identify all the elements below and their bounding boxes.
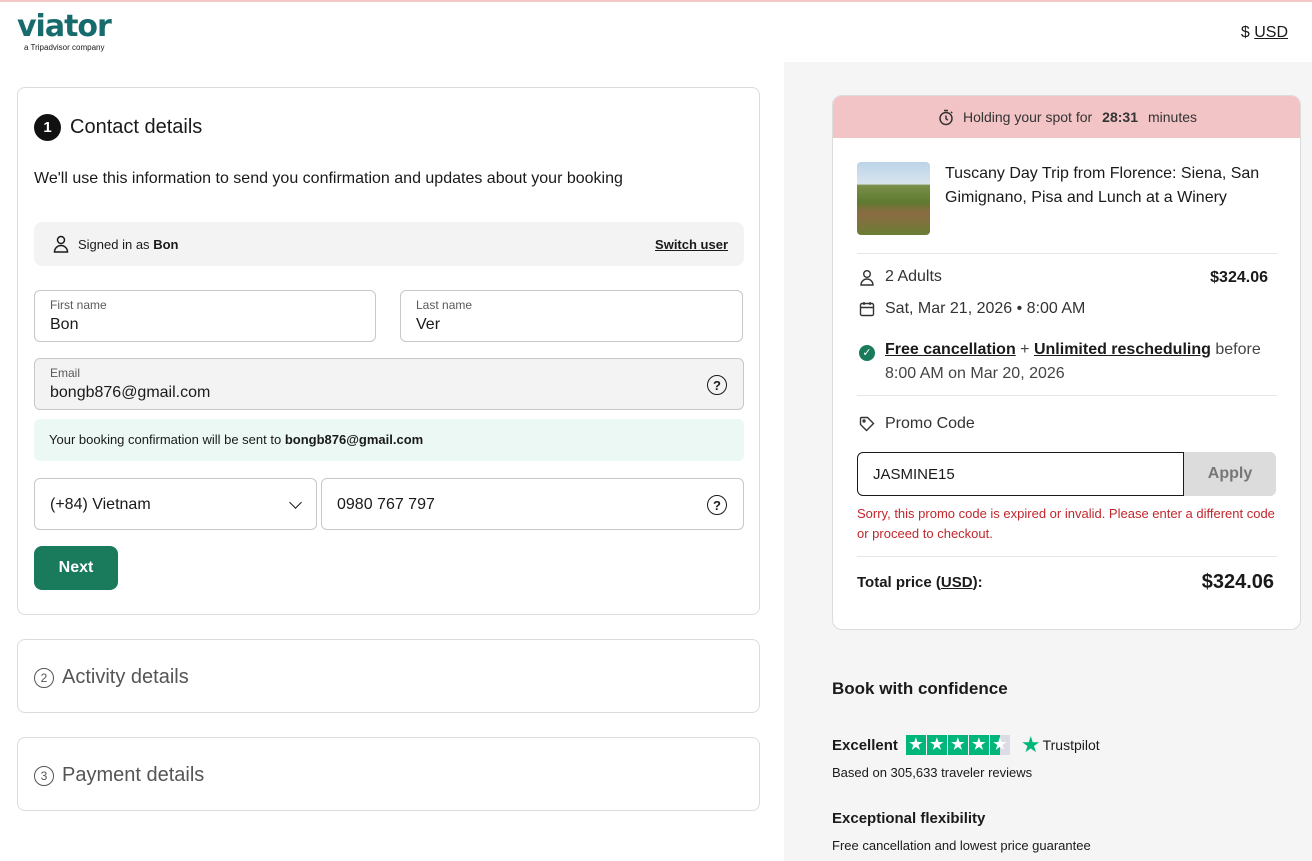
half-star-icon: ★ bbox=[989, 735, 1010, 755]
trustpilot-logo: ★ Trustpilot bbox=[1021, 732, 1100, 758]
currency-selector[interactable]: $ USD bbox=[1241, 24, 1288, 42]
country-code-select[interactable]: (+84) Vietnam bbox=[34, 478, 317, 530]
tour-thumbnail bbox=[857, 162, 930, 235]
step-number-badge: 1 bbox=[34, 114, 61, 141]
user-icon bbox=[53, 235, 69, 253]
email-field[interactable]: Email bongb876@gmail.com ? bbox=[34, 358, 744, 410]
promo-error-message: Sorry, this promo code is expired or inv… bbox=[857, 506, 1275, 541]
payment-details-section[interactable]: 3 Payment details bbox=[17, 737, 760, 811]
email-label: Email bbox=[50, 366, 81, 380]
contact-details-section: 1 Contact details We'll use this informa… bbox=[17, 87, 760, 615]
person-icon bbox=[860, 269, 874, 286]
phone-field[interactable]: 0980 767 797 ? bbox=[321, 478, 744, 530]
travelers-row: 2 Adults bbox=[859, 268, 942, 286]
travelers-count: 2 Adults bbox=[885, 268, 942, 285]
activity-details-section[interactable]: 2 Activity details bbox=[17, 639, 760, 713]
email-value: bongb876@gmail.com bbox=[50, 384, 211, 401]
hold-prefix: Holding your spot for bbox=[962, 109, 1093, 125]
review-count: Based on 305,633 traveler reviews bbox=[832, 765, 1033, 780]
stopwatch-icon bbox=[939, 109, 953, 125]
signed-in-prefix: Signed in as bbox=[78, 237, 150, 252]
star-icon: ★ bbox=[947, 735, 968, 755]
trustpilot-rating: Excellent ★ ★ ★ ★ ★ ★ Trustpilot bbox=[832, 732, 1100, 758]
payment-step-header: 3 Payment details bbox=[34, 764, 204, 787]
promo-label-text: Promo Code bbox=[885, 415, 975, 432]
free-cancellation-link[interactable]: Free cancellation bbox=[885, 341, 1016, 358]
date-row: Sat, Mar 21, 2026 • 8:00 AM bbox=[859, 300, 1085, 318]
signed-in-bar: Signed in as Bon Switch user bbox=[34, 222, 744, 266]
hold-timer-banner: Holding your spot for 28:31 minutes bbox=[833, 96, 1300, 138]
plus-text: + bbox=[1020, 341, 1030, 358]
hold-suffix: minutes bbox=[1147, 109, 1198, 125]
trustpilot-text: Trustpilot bbox=[1042, 737, 1100, 753]
notice-prefix: Your booking confirmation will be sent t… bbox=[49, 432, 282, 447]
country-code-value: (+84) Vietnam bbox=[50, 496, 151, 513]
first-name-label: First name bbox=[50, 298, 107, 312]
divider bbox=[857, 253, 1277, 254]
phone-value: 0980 767 797 bbox=[337, 496, 435, 513]
email-help-icon[interactable]: ? bbox=[707, 375, 727, 395]
next-button[interactable]: Next bbox=[34, 546, 118, 590]
hold-timer: 28:31 bbox=[1102, 109, 1138, 125]
cancellation-policy: ✓ Free cancellation + Unlimited reschedul… bbox=[859, 338, 1279, 386]
confirmation-notice: Your booking confirmation will be sent t… bbox=[34, 419, 744, 461]
notice-email: bongb876@gmail.com bbox=[284, 432, 424, 447]
logo-subtitle: a Tripadvisor company bbox=[24, 43, 105, 52]
promo-code-label: Promo Code bbox=[859, 415, 975, 433]
section-title: Payment details bbox=[62, 764, 205, 786]
signed-in-name: Bon bbox=[153, 237, 179, 252]
step-number-badge: 3 bbox=[34, 765, 54, 786]
unlimited-rescheduling-link[interactable]: Unlimited rescheduling bbox=[1034, 341, 1211, 358]
confidence-title: Book with confidence bbox=[832, 679, 1008, 698]
phone-help-icon[interactable]: ? bbox=[707, 495, 727, 515]
chevron-down-icon bbox=[289, 496, 302, 509]
cancel-deadline: 8:00 AM on Mar 20, 2026 bbox=[885, 365, 1065, 382]
star-icon: ★ bbox=[968, 735, 989, 755]
activity-step-header: 2 Activity details bbox=[34, 666, 189, 689]
order-summary-card: Holding your spot for 28:31 minutes Tusc… bbox=[832, 95, 1301, 630]
first-name-field[interactable]: First name Bon bbox=[34, 290, 376, 342]
total-label-prefix: Total price ( bbox=[857, 574, 941, 591]
before-text: before bbox=[1215, 341, 1261, 358]
divider bbox=[857, 395, 1277, 396]
viator-logo[interactable]: viator a Tripadvisor company bbox=[17, 9, 112, 53]
first-name-value: Bon bbox=[50, 316, 79, 333]
promo-code-input[interactable]: JASMINE15 bbox=[857, 452, 1184, 496]
tag-icon bbox=[859, 416, 875, 432]
tour-date: Sat, Mar 21, 2026 • 8:00 AM bbox=[885, 300, 1086, 317]
contact-step-header: 1 Contact details bbox=[34, 114, 202, 141]
currency-code: USD bbox=[1254, 24, 1288, 41]
check-circle-icon: ✓ bbox=[859, 345, 875, 361]
last-name-label: Last name bbox=[416, 298, 473, 312]
currency-symbol: $ bbox=[1240, 24, 1250, 41]
rating-word: Excellent bbox=[832, 736, 898, 754]
total-currency-link[interactable]: USD bbox=[941, 574, 973, 591]
trustpilot-star-icon: ★ bbox=[1020, 732, 1041, 757]
switch-user-link[interactable]: Switch user bbox=[655, 237, 728, 252]
star-icon: ★ bbox=[905, 735, 926, 755]
section-title: Contact details bbox=[70, 116, 203, 138]
logo-wordmark: viator bbox=[17, 9, 112, 44]
last-name-value: Ver bbox=[416, 316, 441, 333]
total-price-label: Total price (USD): bbox=[857, 574, 983, 591]
divider bbox=[857, 556, 1277, 557]
signed-in-text: Signed in as Bon bbox=[78, 237, 178, 252]
tour-title: Tuscany Day Trip from Florence: Siena, S… bbox=[945, 165, 1260, 206]
flexibility-subtitle: Free cancellation and lowest price guara… bbox=[832, 838, 1091, 853]
step-number-badge: 2 bbox=[34, 667, 54, 688]
travelers-price: $324.06 bbox=[1210, 269, 1268, 286]
last-name-field[interactable]: Last name Ver bbox=[400, 290, 743, 342]
section-title: Activity details bbox=[62, 666, 189, 688]
apply-promo-button[interactable]: Apply bbox=[1184, 452, 1276, 496]
header: viator a Tripadvisor company $ USD bbox=[0, 2, 1312, 62]
star-icon: ★ bbox=[926, 735, 947, 755]
contact-intro-text: We'll use this information to send you c… bbox=[34, 170, 623, 187]
flexibility-title: Exceptional flexibility bbox=[832, 810, 986, 827]
total-label-suffix: ): bbox=[972, 574, 983, 591]
total-price-value: $324.06 bbox=[1201, 571, 1274, 593]
rating-stars: ★ ★ ★ ★ ★ bbox=[905, 735, 1011, 755]
calendar-icon bbox=[859, 302, 875, 317]
